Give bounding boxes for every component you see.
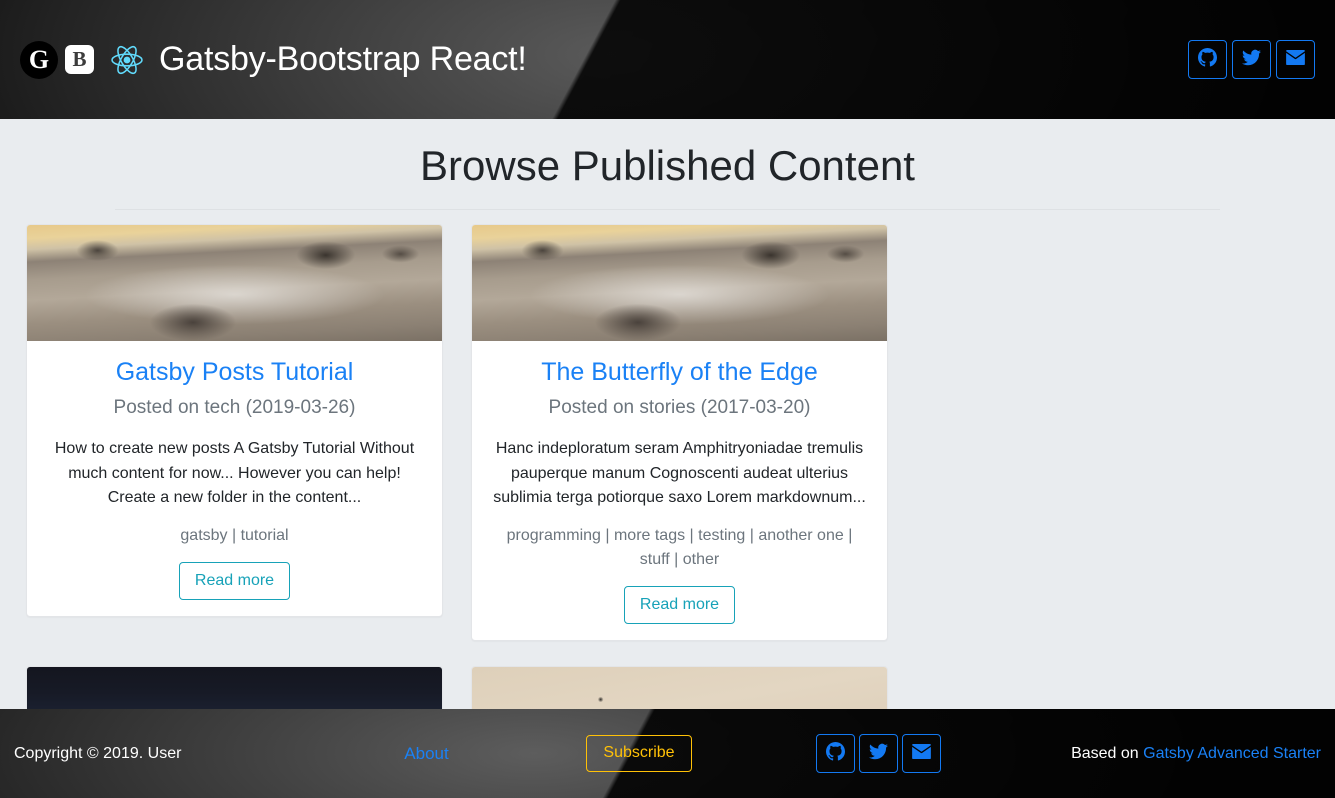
header-social-links [1188,40,1315,79]
copyright-text: Copyright © 2019. User [14,744,182,762]
post-column: The Butterfly of the Edge Posted on stor… [457,224,902,666]
bootstrap-logo-icon: B [65,45,94,74]
post-thumbnail-image [27,225,442,342]
main-content: Browse Published Content Gatsby Posts Tu… [0,119,1335,709]
header-email-button[interactable] [1276,40,1315,79]
post-excerpt: Hanc indeploratum seram Amphitryoniadae … [493,440,866,506]
post-card[interactable]: The Fairy's Witches Posted on stories (2… [26,666,443,709]
header-twitter-button[interactable] [1232,40,1271,79]
footer-social-links [816,734,941,773]
post-thumbnail-image [472,225,887,342]
post-meta: Posted on stories (2017-03-20) [548,396,811,418]
post-thumbnail-image [27,667,442,709]
site-footer: Copyright © 2019. User About Subscribe B… [0,709,1335,798]
read-more-button[interactable]: Read more [623,586,736,625]
gatsby-logo-icon: G [20,40,58,79]
footer-about-link[interactable]: About [404,744,448,763]
post-thumbnail-image [472,667,887,709]
post-column: Gatsby Posts Tutorial Posted on tech (20… [12,224,457,666]
post-excerpt: How to create new posts A Gatsby Tutoria… [54,440,415,506]
github-icon [1198,47,1217,72]
github-icon [826,741,845,766]
subscribe-area: Subscribe [539,735,739,772]
footer-credit-prefix: Based on [1071,744,1144,762]
email-icon [912,743,931,764]
email-icon [1286,49,1305,70]
post-tags[interactable]: programming | more tags | testing | anot… [490,524,869,572]
brand[interactable]: G B Gatsby-Bootstrap React! [20,40,527,79]
post-card[interactable]: Gatsby Posts Tutorial Posted on tech (20… [26,224,443,618]
footer-nav: About [314,744,539,764]
subscribe-button[interactable]: Subscribe [586,735,692,772]
page-header: Browse Published Content [0,119,1335,211]
twitter-icon [869,742,888,766]
post-card-body: Gatsby Posts Tutorial Posted on tech (20… [27,341,442,616]
footer-email-button[interactable] [902,734,941,773]
post-title-link[interactable]: The Butterfly of the Edge [490,357,869,388]
gatsby-advanced-starter-link[interactable]: Gatsby Advanced Starter [1143,745,1321,762]
footer-github-button[interactable] [816,734,855,773]
react-atom-icon [110,43,144,77]
post-meta: Posted on tech (2019-03-26) [113,396,356,418]
post-title-link[interactable]: Gatsby Posts Tutorial [45,357,424,388]
post-column: The Fairy's Witches Posted on stories (2… [12,666,457,709]
post-column [457,666,902,709]
footer-twitter-button[interactable] [859,734,898,773]
site-title: Gatsby-Bootstrap React! [159,40,527,78]
post-card[interactable]: The Butterfly of the Edge Posted on stor… [471,224,888,642]
post-tags[interactable]: gatsby | tutorial [45,524,424,548]
page-title: Browse Published Content [420,142,915,189]
read-more-button[interactable]: Read more [178,562,291,601]
post-card-body: The Butterfly of the Edge Posted on stor… [472,341,887,640]
post-grid: Gatsby Posts Tutorial Posted on tech (20… [0,210,1335,709]
twitter-icon [1242,48,1261,72]
post-card[interactable] [471,666,888,709]
site-header: G B Gatsby-Bootstrap React! [0,0,1335,119]
header-github-button[interactable] [1188,40,1227,79]
footer-credit: Based on Gatsby Advanced Starter [1071,745,1321,763]
